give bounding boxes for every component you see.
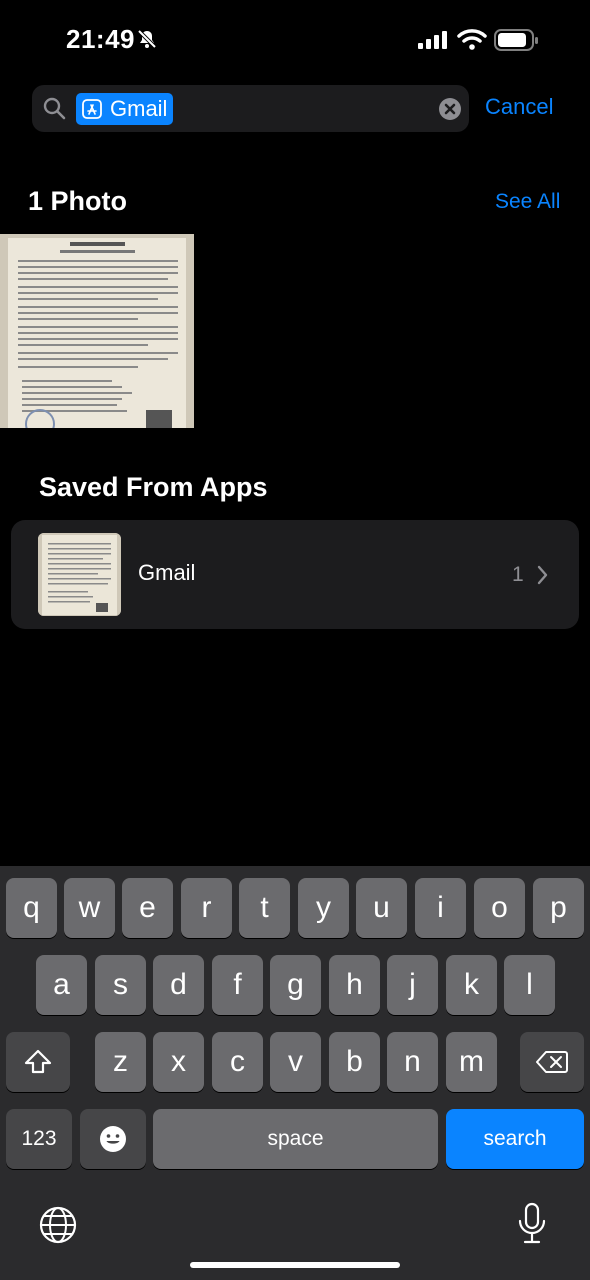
- app-count-label: 1: [512, 563, 524, 586]
- numbers-key[interactable]: 123: [6, 1109, 72, 1169]
- app-store-icon: [82, 99, 102, 119]
- search-token-gmail[interactable]: Gmail: [76, 93, 174, 125]
- wifi-icon: [457, 29, 487, 50]
- key-u[interactable]: u: [356, 878, 407, 938]
- key-w[interactable]: w: [64, 878, 115, 938]
- photos-section-title: 1 Photo: [28, 186, 127, 216]
- key-h[interactable]: h: [329, 955, 380, 1015]
- space-key[interactable]: space: [153, 1109, 438, 1169]
- key-d[interactable]: d: [153, 955, 204, 1015]
- key-x[interactable]: x: [153, 1032, 204, 1092]
- key-p[interactable]: p: [533, 878, 584, 938]
- microphone-icon[interactable]: [516, 1202, 548, 1246]
- key-z[interactable]: z: [95, 1032, 146, 1092]
- key-v[interactable]: v: [270, 1032, 321, 1092]
- document-thumbnail-image: [38, 533, 121, 616]
- key-l[interactable]: l: [504, 955, 555, 1015]
- shift-icon: [24, 1049, 52, 1074]
- chevron-right-icon: [537, 565, 548, 585]
- keyboard: q w e r t y u i o p a s d f g h j k l z …: [0, 866, 590, 1280]
- key-b[interactable]: b: [329, 1032, 380, 1092]
- clear-text-icon[interactable]: [438, 97, 462, 121]
- key-a[interactable]: a: [36, 955, 87, 1015]
- cancel-button[interactable]: Cancel: [485, 94, 553, 120]
- status-time: 21:49: [66, 24, 135, 54]
- key-r[interactable]: r: [181, 878, 232, 938]
- key-f[interactable]: f: [212, 955, 263, 1015]
- battery-icon: [494, 29, 538, 51]
- key-s[interactable]: s: [95, 955, 146, 1015]
- key-o[interactable]: o: [474, 878, 525, 938]
- key-t[interactable]: t: [239, 878, 290, 938]
- bell-slash-icon: [137, 29, 157, 49]
- key-g[interactable]: g: [270, 955, 321, 1015]
- see-all-button[interactable]: See All: [495, 190, 560, 214]
- key-i[interactable]: i: [415, 878, 466, 938]
- emoji-key[interactable]: [80, 1109, 146, 1169]
- key-q[interactable]: q: [6, 878, 57, 938]
- emoji-icon: [100, 1126, 126, 1152]
- globe-icon[interactable]: [38, 1205, 78, 1245]
- app-name-label: Gmail: [138, 560, 196, 585]
- key-m[interactable]: m: [446, 1032, 497, 1092]
- app-thumbnail: [38, 533, 121, 616]
- key-j[interactable]: j: [387, 955, 438, 1015]
- delete-key[interactable]: [520, 1032, 584, 1092]
- backspace-icon: [536, 1051, 568, 1073]
- key-k[interactable]: k: [446, 955, 497, 1015]
- key-y[interactable]: y: [298, 878, 349, 938]
- saved-from-apps-title: Saved From Apps: [39, 472, 268, 502]
- cellular-signal-icon: [418, 31, 447, 49]
- key-n[interactable]: n: [387, 1032, 438, 1092]
- search-key[interactable]: search: [446, 1109, 584, 1169]
- key-c[interactable]: c: [212, 1032, 263, 1092]
- shift-key[interactable]: [6, 1032, 70, 1092]
- photo-thumbnail[interactable]: [0, 234, 194, 428]
- home-indicator: [190, 1262, 400, 1268]
- search-token-label: Gmail: [110, 96, 168, 121]
- document-photo-image: [0, 234, 194, 428]
- search-icon: [43, 97, 66, 120]
- key-e[interactable]: e: [122, 878, 173, 938]
